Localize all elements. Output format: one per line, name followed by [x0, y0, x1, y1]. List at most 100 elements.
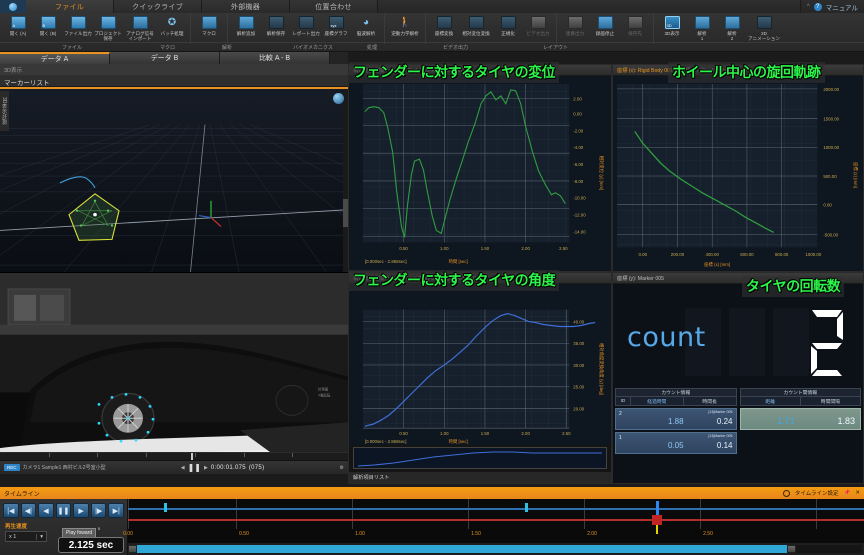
- layout-3d-button[interactable]: 3D 3D表示: [657, 14, 687, 44]
- video-panel[interactable]: 計測値 Y軸反転 REC カメラ1 Sample1 西村ビル2号室小型 ◀ ❚❚ …: [0, 272, 348, 474]
- timeline-cursor-red[interactable]: [652, 515, 662, 525]
- analysis-add-button[interactable]: 解析追加: [231, 14, 261, 44]
- column-duration[interactable]: 時間長: [683, 397, 736, 405]
- go-to-end-button[interactable]: ▶|: [108, 503, 125, 518]
- scrollbar-thumb[interactable]: [343, 198, 348, 227]
- video-scrubber[interactable]: [0, 452, 348, 461]
- svg-text:-8.00: -8.00: [573, 179, 584, 184]
- viewport-side-tab[interactable]: 3D表示/計測: [0, 91, 9, 131]
- table-row[interactable]: 1.71 1.83: [739, 408, 861, 430]
- group-title-macro: マクロ: [160, 45, 176, 51]
- timeline-track-blue: [128, 508, 864, 510]
- chart-angle[interactable]: 0.50 1.00 1.50 2.00 2.50 40.00 35.00 30.00 2…: [349, 284, 611, 445]
- video-control-bar[interactable]: REC カメラ1 Sample1 西村ビル2号室小型 ◀ ❚❚ ▶ 0:00:0…: [0, 460, 348, 474]
- timeline-event-marker[interactable]: [525, 503, 528, 512]
- ribbon-tab-file[interactable]: ファイル: [26, 0, 114, 13]
- ribbon-group-titles: ファイル マクロ 解析 バイオメカニクス 処理 ビデオ出力 レイアウト: [0, 42, 864, 51]
- video-out-dim-label: ビデオ出力: [526, 31, 550, 36]
- coordinate-graph-button[interactable]: xyz 座標グラフ: [321, 14, 351, 44]
- batch-process-button[interactable]: ✪ バッチ処理: [157, 14, 187, 44]
- coordinate-transform-button[interactable]: 座標変換: [429, 14, 459, 44]
- chevron-down-icon[interactable]: ▾: [36, 533, 43, 540]
- analog-import-button[interactable]: アナログ信号 インポート: [123, 14, 157, 44]
- playback-speed-select[interactable]: x 1 ▾: [5, 531, 47, 542]
- open-a-label: 開く (A): [9, 31, 27, 36]
- manual-link[interactable]: マニュアル: [826, 2, 858, 12]
- help-icon[interactable]: ?: [813, 2, 822, 11]
- analysis-save-button[interactable]: 解析保存: [261, 14, 291, 44]
- tab-data-b[interactable]: データ B: [110, 52, 220, 64]
- pin-icon[interactable]: 📌: [844, 490, 851, 496]
- viewport-3d[interactable]: 3D表示/計測: [0, 87, 348, 272]
- play-forward-button[interactable]: ▶: [73, 503, 89, 518]
- panel-trajectory: 座標 (x): Rigid Body 001 座標 (z): Rigid Bod…: [612, 64, 864, 272]
- save-dest-button[interactable]: 保存先: [620, 14, 650, 44]
- open-b-label: 開く (B): [39, 31, 57, 36]
- report-export-button[interactable]: レポート出力: [291, 14, 321, 44]
- record-stop-button[interactable]: 録画停止: [590, 14, 620, 44]
- view-nav-ball-icon[interactable]: [333, 93, 344, 104]
- column-interval[interactable]: 時間間隔: [800, 397, 860, 405]
- column-elapsed[interactable]: 経過時間: [631, 397, 684, 405]
- pause-button[interactable]: ❚❚: [55, 503, 72, 518]
- row-elapsed: 0.05: [667, 441, 684, 450]
- video-prev-icon[interactable]: ◀: [181, 465, 185, 471]
- timeline-cursor-yellow[interactable]: [656, 525, 658, 534]
- scrollbar-thumb[interactable]: [137, 545, 787, 553]
- close-icon[interactable]: ✕: [855, 490, 860, 496]
- project-save-label: プロジェクト 保存: [94, 31, 122, 42]
- macro-button[interactable]: マクロ: [194, 14, 224, 44]
- inverse-dynamics-button[interactable]: 🚶 逆動力学解析: [388, 14, 422, 44]
- layout-analysis1-button[interactable]: 解析 1: [687, 14, 717, 44]
- brainwave-label: 脳波解析: [356, 31, 376, 36]
- step-back-button[interactable]: ◀|: [20, 503, 37, 518]
- tab-data-a[interactable]: データ A: [0, 52, 110, 64]
- timeline-track[interactable]: 0.00 0.50 1.00 1.50 2.00 2.50: [123, 499, 864, 543]
- svg-text:400.00: 400.00: [706, 252, 720, 257]
- ribbon-tab-external[interactable]: 外部機器: [202, 0, 290, 13]
- step-forward-button[interactable]: |▶: [90, 503, 107, 518]
- scroll-left-button[interactable]: [128, 545, 137, 553]
- analysis-add-icon: [238, 15, 255, 30]
- sequence-export-button[interactable]: 連番出力: [560, 14, 590, 44]
- analysis-item-list-button[interactable]: 解析項目リスト: [349, 471, 611, 483]
- open-a-button[interactable]: A 開く (A): [3, 14, 33, 44]
- go-to-start-button[interactable]: |◀: [3, 503, 19, 518]
- play-backward-button[interactable]: ◀: [38, 503, 54, 518]
- file-export-button[interactable]: ファイル出力: [63, 14, 93, 44]
- layout-3danim-button[interactable]: 3D アニメーション: [747, 14, 781, 44]
- chart-trajectory[interactable]: 0.00 200.00 400.00 600.00 800.00 1000.00 20…: [613, 76, 863, 271]
- column-id[interactable]: ID: [616, 397, 631, 405]
- table-row[interactable]: 2 [14]Marker 005 1.88 0.24: [615, 408, 737, 430]
- coordinate-transform-label: 座標変換: [434, 31, 454, 36]
- current-time-display[interactable]: 2.125 sec: [58, 537, 124, 553]
- viewport-vertical-scrollbar[interactable]: [343, 89, 348, 272]
- relative-transform-button[interactable]: 相対変位変換: [459, 14, 493, 44]
- svg-text:1.50: 1.50: [481, 246, 490, 251]
- app-logo[interactable]: [0, 0, 26, 13]
- row-tag: [14]Marker 005: [708, 434, 733, 438]
- timeline-horizontal-scrollbar[interactable]: [128, 545, 862, 553]
- normalize-button[interactable]: 正規化: [493, 14, 523, 44]
- gear-icon[interactable]: [782, 489, 790, 497]
- project-save-button[interactable]: プロジェクト 保存: [93, 14, 123, 44]
- brainwave-button[interactable]: ◕ 脳波解析: [351, 14, 381, 44]
- timeline-settings-button[interactable]: タイムライン設定: [795, 489, 839, 497]
- open-b-button[interactable]: B 開く (B): [33, 14, 63, 44]
- angle-overview-scroll[interactable]: [353, 447, 607, 469]
- scroll-right-button[interactable]: [787, 545, 796, 553]
- ribbon-tab-quicklive[interactable]: クイックライブ: [114, 0, 202, 13]
- video-settings-icon[interactable]: ⚙: [340, 465, 344, 471]
- video-next-icon[interactable]: ▶: [204, 465, 208, 471]
- timeline-event-marker[interactable]: [164, 503, 167, 512]
- collapse-ribbon-icon[interactable]: ^: [807, 4, 810, 10]
- row-tag: [14]Marker 005: [708, 410, 733, 414]
- tab-compare-ab[interactable]: 比較 A - B: [220, 52, 330, 64]
- video-pause-icon[interactable]: ❚❚: [188, 463, 201, 472]
- chart-displacement[interactable]: 0.50 1.00 1.50 2.00 2.50 2.00 0.00 -2.00 -4.…: [349, 76, 611, 271]
- layout-analysis2-button[interactable]: 解析 2: [717, 14, 747, 44]
- column-distance[interactable]: 距離: [740, 397, 801, 405]
- ribbon-tab-alignment[interactable]: 位置合わせ: [290, 0, 378, 13]
- table-row[interactable]: 1 [14]Marker 005 0.05 0.14: [615, 432, 737, 454]
- marker-list-label[interactable]: マーカーリスト: [0, 75, 348, 87]
